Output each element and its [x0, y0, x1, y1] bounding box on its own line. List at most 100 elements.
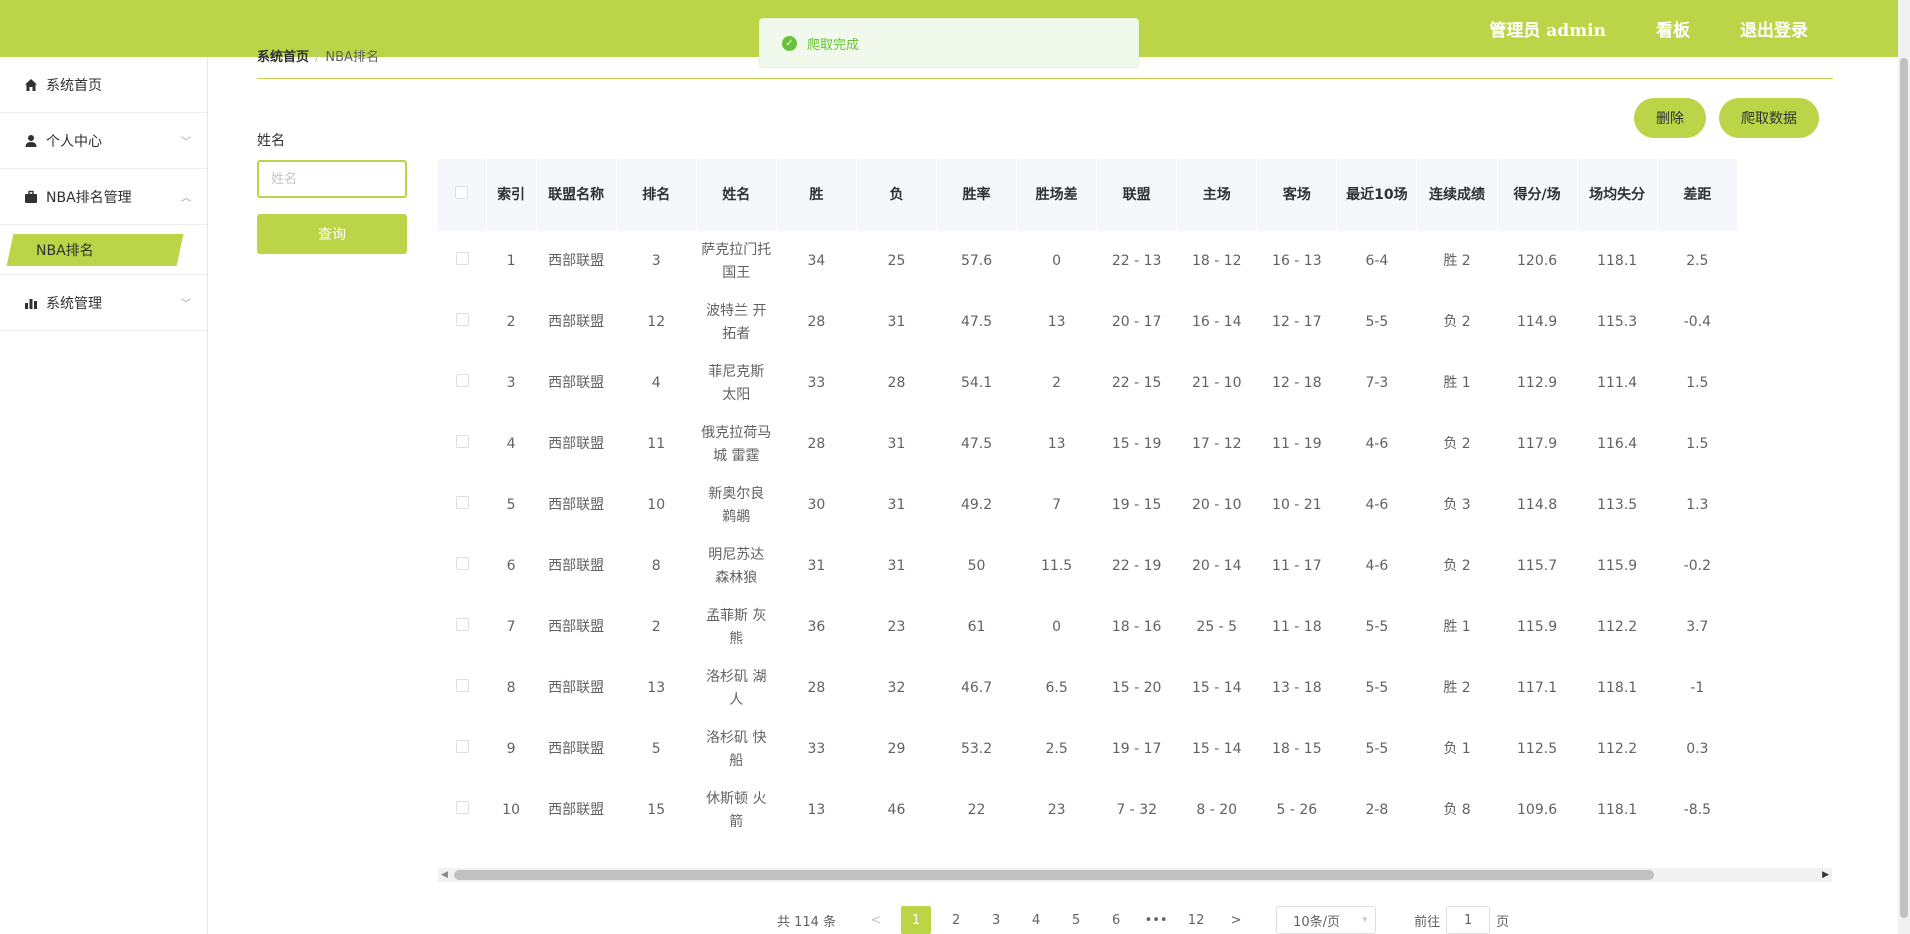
page-number[interactable]: 2	[941, 906, 971, 934]
table-cell: 118.1	[1597, 253, 1638, 269]
table-cell: 34	[807, 253, 826, 269]
column-header: 排名	[616, 159, 697, 231]
name-search-input[interactable]	[257, 160, 407, 198]
table-cell: 29	[887, 741, 906, 757]
column-header: 联盟名称	[536, 159, 617, 231]
table-cell: 115.9	[1517, 619, 1558, 635]
table-cell: 53.2	[960, 741, 993, 757]
sidebar-item-nba-ranking-management[interactable]: NBA排名管理 ︿	[0, 169, 207, 225]
row-checkbox[interactable]	[455, 740, 469, 753]
table-row[interactable]: 1 西部联盟 3 萨克拉门托 国王 34 25 57.6 0 22 - 13 18 - 12 16 …	[438, 231, 1738, 292]
table-cell: 俄克拉荷马城 雷霆	[701, 424, 772, 464]
page-jumper: 前往 1 页	[1414, 906, 1509, 934]
row-checkbox[interactable]	[455, 313, 469, 326]
table-cell: 114.9	[1517, 314, 1558, 330]
table-row[interactable]: 7 西部联盟 2 孟菲斯 灰熊 36 23 61 0 18 - 16 25 - 5 11 - 18 5…	[438, 597, 1738, 658]
table-cell: 16 - 13	[1272, 253, 1322, 269]
page-number[interactable]: 3	[981, 906, 1011, 934]
vertical-scrollbar[interactable]	[1898, 0, 1910, 934]
sidebar-item-home[interactable]: 系统首页	[0, 57, 207, 113]
page-number[interactable]: 4	[1021, 906, 1051, 934]
page-number[interactable]: 5	[1061, 906, 1091, 934]
row-select-cell	[438, 780, 486, 841]
table-cell: 负 8	[1443, 802, 1471, 818]
table-row[interactable]: 6 西部联盟 8 明尼苏达 森林狼 31 31 50 11.5 22 - 19 20 - 14 11…	[438, 536, 1738, 597]
breadcrumb-separator: /	[315, 50, 320, 65]
table-row[interactable]: 9 西部联盟 5 洛杉矶 快船 33 29 53.2 2.5 19 - 17 15 - 14 18 …	[438, 719, 1738, 780]
table-header-row: 索引 联盟名称 排名 姓名胜负胜率 胜场差 联盟 主场 客场 最近10场 连续成绩 得分/场 场均失分…	[438, 159, 1739, 231]
sidebar-subitem-label: NBA排名	[36, 242, 94, 259]
breadcrumb-home[interactable]: 系统首页	[257, 50, 309, 65]
home-icon	[25, 78, 37, 91]
horizontal-scrollbar-thumb[interactable]	[454, 870, 1654, 880]
table-cell: 49.2	[960, 497, 993, 513]
vertical-scrollbar-thumb[interactable]	[1900, 58, 1908, 918]
table-cell: 4-6	[1365, 558, 1389, 574]
table-row[interactable]: 3 西部联盟 4 菲尼克斯 太阳 33 28 54.1 2 22 - 15 21 - 10 12 -…	[438, 353, 1738, 414]
column-header: 差距	[1657, 159, 1739, 231]
sidebar-item-personal-center[interactable]: 个人中心 ﹀	[0, 113, 207, 169]
sidebar: 系统首页 个人中心 ﹀ NBA排名管理 ︿ NBA排名 系统管理 ﹀	[0, 57, 208, 934]
table-cell: 西部联盟	[548, 619, 605, 635]
table-cell: 3	[506, 375, 516, 391]
page-number[interactable]: 12	[1181, 906, 1211, 934]
breadcrumb-divider	[257, 78, 1833, 79]
active-subitem-highlight: NBA排名	[6, 233, 184, 266]
table-cell: 西部联盟	[548, 253, 605, 269]
table-cell: 4-6	[1365, 497, 1389, 513]
breadcrumb-current: NBA排名	[325, 50, 379, 65]
sidebar-subitem-nba-ranking[interactable]: NBA排名	[0, 225, 207, 275]
table-row[interactable]: 10 西部联盟 15 休斯顿 火箭 13 46 22 23 7 - 32 8 - 20 5 - 26…	[438, 780, 1738, 841]
row-checkbox[interactable]	[455, 252, 469, 265]
table-cell: 33	[807, 741, 826, 757]
table-cell: 32	[887, 680, 906, 696]
page-size-select[interactable]: 10条/页 ▾	[1276, 906, 1377, 934]
next-page-icon[interactable]: >	[1221, 906, 1251, 934]
table-cell: 112.5	[1517, 741, 1558, 757]
row-checkbox[interactable]	[455, 801, 469, 814]
sidebar-item-system-management[interactable]: 系统管理 ﹀	[0, 275, 207, 331]
page-number[interactable]: 6	[1101, 906, 1131, 934]
page-number[interactable]: 1	[901, 906, 932, 934]
table-body: 1 西部联盟 3 萨克拉门托 国王 34 25 57.6 0 22 - 13 18 - 12 16 …	[438, 231, 1738, 841]
row-checkbox[interactable]	[455, 435, 469, 448]
select-all-checkbox[interactable]	[455, 186, 469, 199]
goto-page-input[interactable]: 1	[1446, 906, 1491, 934]
table-cell: 5-5	[1365, 619, 1389, 635]
table-row[interactable]: 2 西部联盟 12 波特兰 开拓者 28 31 47.5 13 20 - 17 16 - 14 12…	[438, 292, 1738, 353]
table-cell: -1	[1690, 680, 1705, 696]
column-header: 索引	[486, 159, 537, 231]
row-checkbox[interactable]	[455, 496, 469, 509]
column-header: 场均失分	[1577, 159, 1658, 231]
row-checkbox[interactable]	[455, 557, 469, 570]
dashboard-link[interactable]: 看板	[1656, 16, 1690, 41]
table-cell: 负 2	[1443, 558, 1471, 574]
briefcase-icon	[25, 190, 37, 203]
bar-chart-icon	[25, 298, 37, 309]
scroll-right-icon[interactable]: ▶	[1822, 870, 1829, 880]
table-cell: 西部联盟	[548, 558, 605, 574]
table-row[interactable]: 5 西部联盟 10 新奥尔良 鹈鹕 30 31 49.2 7 19 - 15 20 - 10 10 …	[438, 475, 1738, 536]
scroll-left-icon[interactable]: ◀	[441, 870, 448, 880]
prev-page-icon[interactable]: <	[861, 906, 891, 934]
delete-button[interactable]: 删除	[1634, 98, 1706, 138]
row-checkbox[interactable]	[455, 374, 469, 387]
column-header: 姓名	[696, 159, 777, 231]
table-cell: -0.4	[1683, 314, 1711, 330]
row-checkbox[interactable]	[455, 679, 469, 692]
sidebar-item-label: 系统管理	[46, 295, 102, 312]
more-pages-icon[interactable]: •••	[1141, 906, 1171, 934]
table-row[interactable]: 8 西部联盟 13 洛杉矶 湖人 28 32 46.7 6.5 15 - 20 15 - 14 13…	[438, 658, 1738, 719]
row-checkbox[interactable]	[455, 618, 469, 631]
query-button[interactable]: 查询	[257, 214, 407, 254]
table-cell: 13	[807, 802, 826, 818]
check-circle-icon: ✓	[782, 35, 797, 51]
table-cell: 15 - 14	[1191, 741, 1242, 757]
horizontal-scrollbar[interactable]: ◀ ▶	[438, 868, 1832, 882]
table-cell: 1.5	[1686, 375, 1709, 391]
table-cell: 115.9	[1597, 558, 1638, 574]
logout-link[interactable]: 退出登录	[1740, 16, 1808, 41]
crawl-data-button[interactable]: 爬取数据	[1719, 98, 1819, 138]
table-row[interactable]: 4 西部联盟 11 俄克拉荷马城 雷霆 28 31 47.5 13 15 - 19 17 - 12…	[438, 414, 1738, 475]
select-all-header	[438, 159, 487, 231]
